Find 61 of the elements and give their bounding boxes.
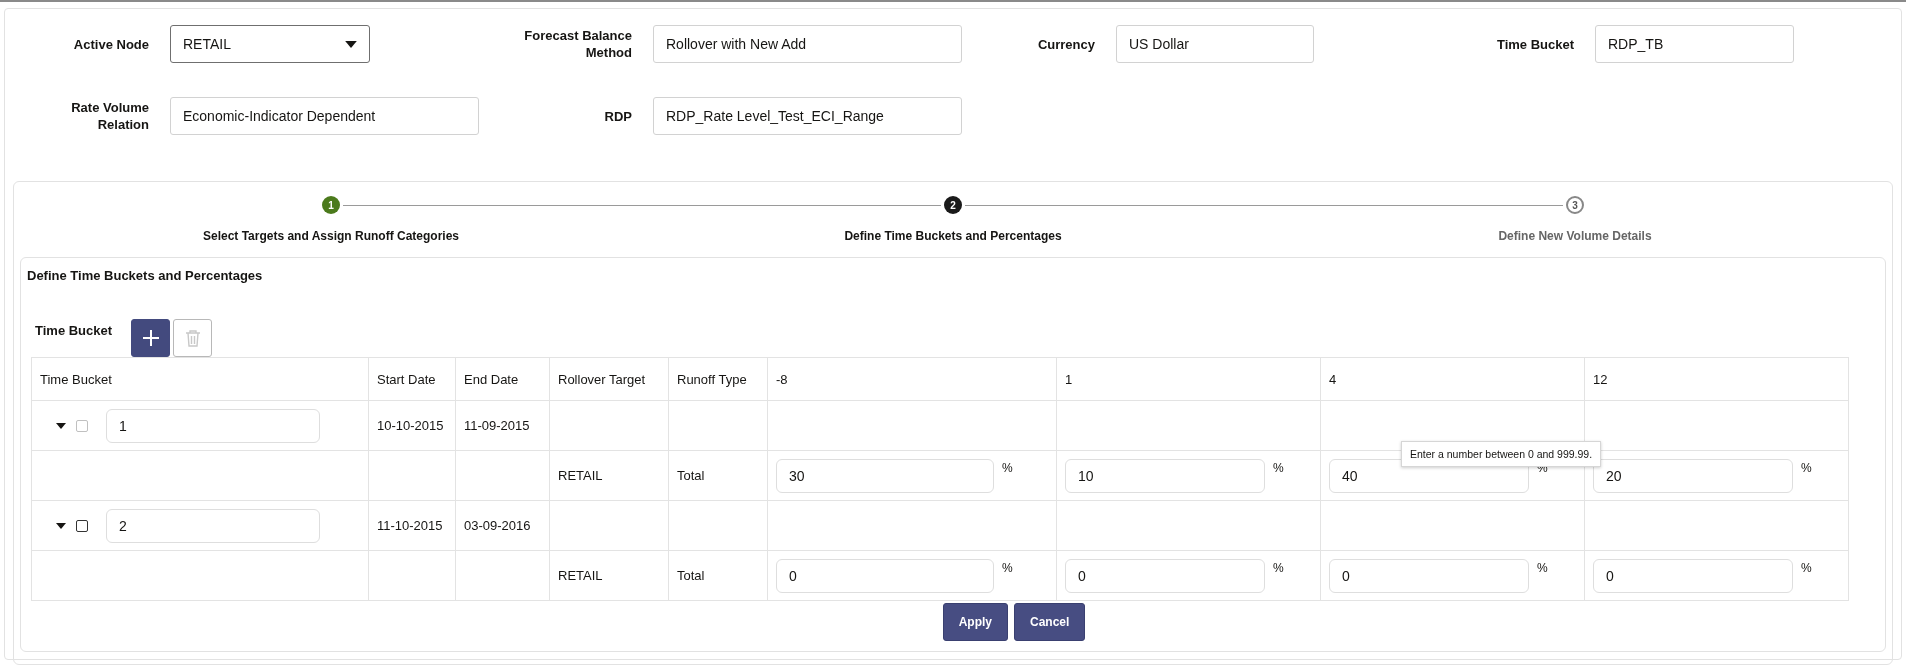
field-label: Rate Volume Relation bbox=[70, 99, 149, 133]
step-number[interactable]: 1 bbox=[322, 196, 340, 214]
plus-icon bbox=[141, 329, 160, 347]
end-date: 03-09-2016 bbox=[464, 518, 531, 533]
input-field[interactable]: Economic-Indicator Dependent bbox=[170, 97, 479, 135]
column-header: Rollover Target bbox=[549, 357, 669, 401]
field-label: Active Node bbox=[73, 35, 149, 53]
percent-input[interactable]: 0 bbox=[776, 558, 994, 593]
runoff-type: Total bbox=[677, 568, 705, 583]
field-label: RDP bbox=[604, 107, 632, 125]
cancel-button[interactable]: Cancel bbox=[1014, 603, 1086, 641]
panel-title: Define Time Buckets and Percentages bbox=[27, 268, 264, 283]
percent-unit: % bbox=[1801, 460, 1812, 475]
checkbox[interactable] bbox=[76, 519, 88, 532]
percent-unit: % bbox=[1273, 560, 1284, 575]
field-label: Forecast Balance Method bbox=[523, 27, 632, 61]
tooltip: Enter a number between 0 and 999.99. bbox=[1401, 441, 1602, 467]
column-header: 12 bbox=[1584, 357, 1849, 401]
percent-input[interactable]: 0 bbox=[1065, 558, 1265, 593]
runoff-type: Total bbox=[677, 468, 705, 483]
apply-button[interactable]: Apply bbox=[942, 603, 1008, 641]
percent-unit: % bbox=[1801, 560, 1812, 575]
input-field[interactable]: RDP_Rate Level_Test_ECI_Range bbox=[653, 97, 962, 135]
column-header: End Date bbox=[455, 357, 550, 401]
percent-input[interactable]: 0 bbox=[1593, 558, 1793, 593]
field-label: Time Bucket bbox=[1496, 35, 1574, 53]
column-header: Start Date bbox=[368, 357, 456, 401]
step-label: Select Targets and Assign Runoff Categories bbox=[202, 229, 460, 243]
input-field[interactable]: Rollover with New Add bbox=[653, 25, 962, 63]
input-field[interactable]: RDP_TB bbox=[1595, 25, 1794, 63]
column-header: 1 bbox=[1056, 357, 1321, 401]
column-header: Runoff Type bbox=[668, 357, 768, 401]
caret-icon[interactable] bbox=[56, 522, 66, 529]
rollover-target: RETAIL bbox=[558, 468, 603, 483]
field-label: Currency bbox=[1037, 35, 1095, 53]
step-label: Define New Volume Details bbox=[1498, 229, 1652, 243]
column-header: 4 bbox=[1320, 357, 1585, 401]
toolbar-label: Time Bucket bbox=[35, 323, 113, 338]
step-label: Define Time Buckets and Percentages bbox=[844, 229, 1062, 243]
caret-icon bbox=[345, 40, 357, 48]
column-header: -8 bbox=[767, 357, 1057, 401]
bucket-input[interactable]: 2 bbox=[106, 508, 320, 543]
trash-icon bbox=[184, 329, 201, 347]
step-number[interactable]: 3 bbox=[1566, 196, 1584, 214]
percent-input[interactable]: 30 bbox=[776, 458, 994, 493]
column-header: Time Bucket bbox=[31, 357, 369, 401]
percent-unit: % bbox=[1537, 560, 1548, 575]
end-date: 11-09-2015 bbox=[464, 418, 530, 433]
select-field[interactable]: RETAIL bbox=[170, 25, 370, 63]
percent-input[interactable]: 0 bbox=[1329, 558, 1529, 593]
add-button[interactable] bbox=[131, 319, 171, 357]
step-number[interactable]: 2 bbox=[944, 196, 962, 214]
percent-unit: % bbox=[1002, 560, 1013, 575]
percent-unit: % bbox=[1002, 460, 1013, 475]
percent-input[interactable]: 20 bbox=[1593, 458, 1793, 493]
start-date: 10-10-2015 bbox=[377, 418, 444, 433]
start-date: 11-10-2015 bbox=[377, 518, 443, 533]
input-field[interactable]: US Dollar bbox=[1116, 25, 1314, 63]
percent-unit: % bbox=[1273, 460, 1284, 475]
rollover-target: RETAIL bbox=[558, 568, 603, 583]
percent-input[interactable]: 10 bbox=[1065, 458, 1265, 493]
